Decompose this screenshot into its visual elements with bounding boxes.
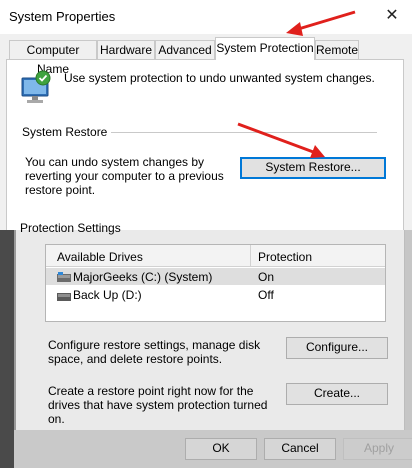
- annotation-arrows: [237, 10, 356, 158]
- arrow-to-system-protection-tab: [286, 10, 356, 36]
- arrow-to-system-restore-button: [237, 122, 325, 158]
